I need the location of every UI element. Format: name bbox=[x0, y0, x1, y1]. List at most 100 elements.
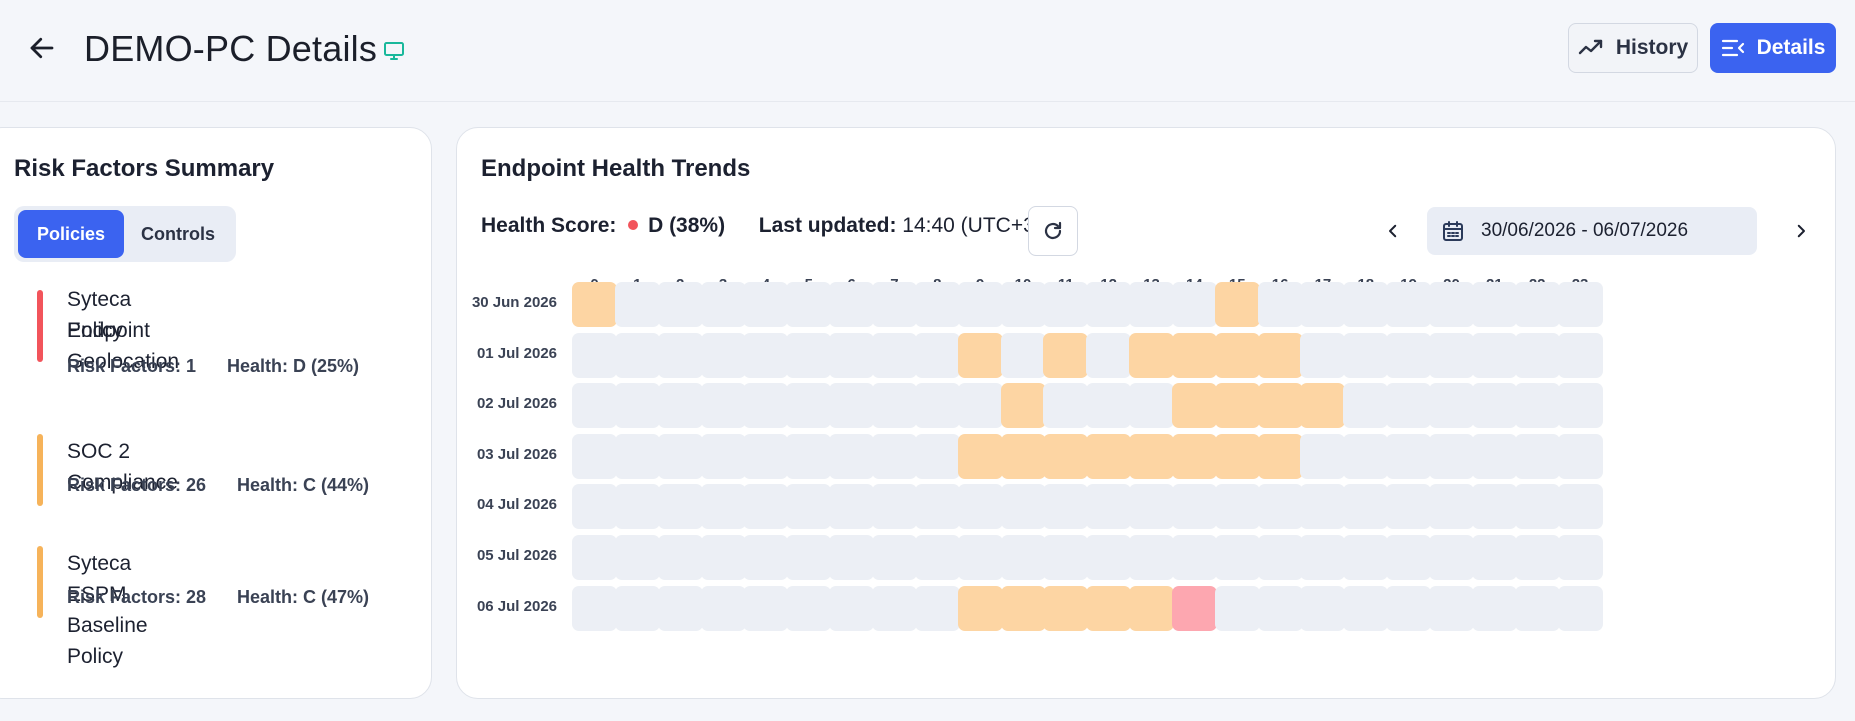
heatmap-cell[interactable] bbox=[914, 535, 960, 580]
heatmap-cell[interactable] bbox=[1214, 383, 1260, 429]
heatmap-cell[interactable] bbox=[700, 484, 746, 530]
heatmap-cell[interactable] bbox=[1471, 433, 1517, 479]
heatmap-cell[interactable] bbox=[1257, 535, 1303, 580]
heatmap-cell[interactable] bbox=[1429, 535, 1474, 580]
heatmap-cell[interactable] bbox=[1086, 282, 1132, 327]
heatmap-cell[interactable] bbox=[786, 484, 832, 530]
heatmap-cell[interactable] bbox=[1300, 535, 1346, 580]
heatmap-cell[interactable] bbox=[914, 332, 960, 378]
heatmap-cell[interactable] bbox=[1557, 433, 1603, 479]
heatmap-cell[interactable] bbox=[1171, 282, 1217, 327]
heatmap-cell[interactable] bbox=[1557, 332, 1603, 378]
heatmap-cell[interactable] bbox=[1300, 433, 1346, 479]
heatmap-cell[interactable] bbox=[1343, 484, 1389, 530]
heatmap-cell[interactable] bbox=[1471, 282, 1517, 327]
heatmap-cell[interactable] bbox=[743, 383, 789, 429]
heatmap-cell[interactable] bbox=[1471, 535, 1517, 580]
heatmap-cell[interactable] bbox=[572, 332, 617, 378]
heatmap-cell[interactable] bbox=[829, 282, 875, 327]
heatmap-cell[interactable] bbox=[871, 585, 917, 631]
heatmap-cell[interactable] bbox=[829, 535, 875, 580]
heatmap-cell[interactable] bbox=[614, 332, 660, 378]
heatmap-cell[interactable] bbox=[871, 484, 917, 530]
heatmap-cell[interactable] bbox=[1429, 282, 1474, 327]
refresh-button[interactable] bbox=[1028, 206, 1078, 256]
heatmap-cell[interactable] bbox=[829, 433, 875, 479]
heatmap-cell[interactable] bbox=[786, 433, 832, 479]
details-button[interactable]: Details bbox=[1710, 23, 1836, 73]
heatmap-cell[interactable] bbox=[1386, 585, 1432, 631]
heatmap-cell[interactable] bbox=[657, 282, 703, 327]
heatmap-cell[interactable] bbox=[1386, 484, 1432, 530]
heatmap-cell[interactable] bbox=[786, 383, 832, 429]
heatmap-cell[interactable] bbox=[1514, 383, 1560, 429]
heatmap-cell[interactable] bbox=[1300, 585, 1346, 631]
heatmap-cell[interactable] bbox=[1171, 332, 1217, 378]
heatmap-cell[interactable] bbox=[1514, 585, 1560, 631]
heatmap-cell[interactable] bbox=[1386, 383, 1432, 429]
heatmap-cell[interactable] bbox=[1214, 484, 1260, 530]
heatmap-cell[interactable] bbox=[786, 282, 832, 327]
heatmap-cell[interactable] bbox=[957, 433, 1003, 479]
heatmap-cell[interactable] bbox=[1429, 585, 1474, 631]
heatmap-cell[interactable] bbox=[614, 383, 660, 429]
heatmap-cell[interactable] bbox=[1043, 282, 1089, 327]
heatmap-cell[interactable] bbox=[786, 585, 832, 631]
heatmap-cell[interactable] bbox=[1300, 484, 1346, 530]
heatmap-cell[interactable] bbox=[700, 433, 746, 479]
heatmap-cell[interactable] bbox=[1386, 332, 1432, 378]
heatmap-cell[interactable] bbox=[1129, 535, 1175, 580]
heatmap-cell[interactable] bbox=[1171, 535, 1217, 580]
heatmap-cell[interactable] bbox=[871, 535, 917, 580]
heatmap-cell[interactable] bbox=[1471, 484, 1517, 530]
heatmap-cell[interactable] bbox=[1471, 332, 1517, 378]
heatmap-cell[interactable] bbox=[614, 433, 660, 479]
heatmap-cell[interactable] bbox=[614, 484, 660, 530]
heatmap-cell[interactable] bbox=[1557, 484, 1603, 530]
heatmap-cell[interactable] bbox=[743, 585, 789, 631]
heatmap-cell[interactable] bbox=[1043, 383, 1089, 429]
heatmap-cell[interactable] bbox=[657, 585, 703, 631]
heatmap-cell[interactable] bbox=[1257, 282, 1303, 327]
heatmap-cell[interactable] bbox=[743, 433, 789, 479]
heatmap-cell[interactable] bbox=[786, 535, 832, 580]
heatmap-cell[interactable] bbox=[1043, 332, 1089, 378]
heatmap-cell[interactable] bbox=[1000, 433, 1046, 479]
heatmap-cell[interactable] bbox=[957, 332, 1003, 378]
heatmap-cell[interactable] bbox=[914, 484, 960, 530]
heatmap-cell[interactable] bbox=[743, 535, 789, 580]
heatmap-cell[interactable] bbox=[1000, 332, 1046, 378]
heatmap-cell[interactable] bbox=[871, 433, 917, 479]
heatmap-cell[interactable] bbox=[1429, 433, 1474, 479]
heatmap-cell[interactable] bbox=[1514, 433, 1560, 479]
heatmap-cell[interactable] bbox=[957, 484, 1003, 530]
heatmap-cell[interactable] bbox=[829, 332, 875, 378]
heatmap-cell[interactable] bbox=[1257, 484, 1303, 530]
heatmap-cell[interactable] bbox=[1343, 282, 1389, 327]
heatmap-cell[interactable] bbox=[1257, 433, 1303, 479]
heatmap-cell[interactable] bbox=[614, 585, 660, 631]
heatmap-cell[interactable] bbox=[1343, 535, 1389, 580]
heatmap-cell[interactable] bbox=[1300, 383, 1346, 429]
heatmap-cell[interactable] bbox=[1471, 383, 1517, 429]
heatmap-cell[interactable] bbox=[871, 383, 917, 429]
heatmap-cell[interactable] bbox=[1086, 332, 1132, 378]
heatmap-cell[interactable] bbox=[572, 535, 617, 580]
heatmap-cell[interactable] bbox=[572, 383, 617, 429]
heatmap-cell[interactable] bbox=[1557, 282, 1603, 327]
heatmap-cell[interactable] bbox=[829, 484, 875, 530]
heatmap-cell[interactable] bbox=[1129, 433, 1175, 479]
heatmap-cell[interactable] bbox=[1129, 585, 1175, 631]
heatmap-cell[interactable] bbox=[1257, 585, 1303, 631]
heatmap-cell[interactable] bbox=[1557, 383, 1603, 429]
heatmap-cell[interactable] bbox=[1343, 332, 1389, 378]
heatmap-cell[interactable] bbox=[914, 282, 960, 327]
heatmap-cell[interactable] bbox=[1343, 383, 1389, 429]
heatmap-cell[interactable] bbox=[1429, 484, 1474, 530]
heatmap-cell[interactable] bbox=[1129, 332, 1175, 378]
heatmap-cell[interactable] bbox=[1343, 433, 1389, 479]
heatmap-cell[interactable] bbox=[1086, 484, 1132, 530]
heatmap-cell[interactable] bbox=[871, 282, 917, 327]
heatmap-cell[interactable] bbox=[1086, 433, 1132, 479]
heatmap-cell[interactable] bbox=[700, 535, 746, 580]
